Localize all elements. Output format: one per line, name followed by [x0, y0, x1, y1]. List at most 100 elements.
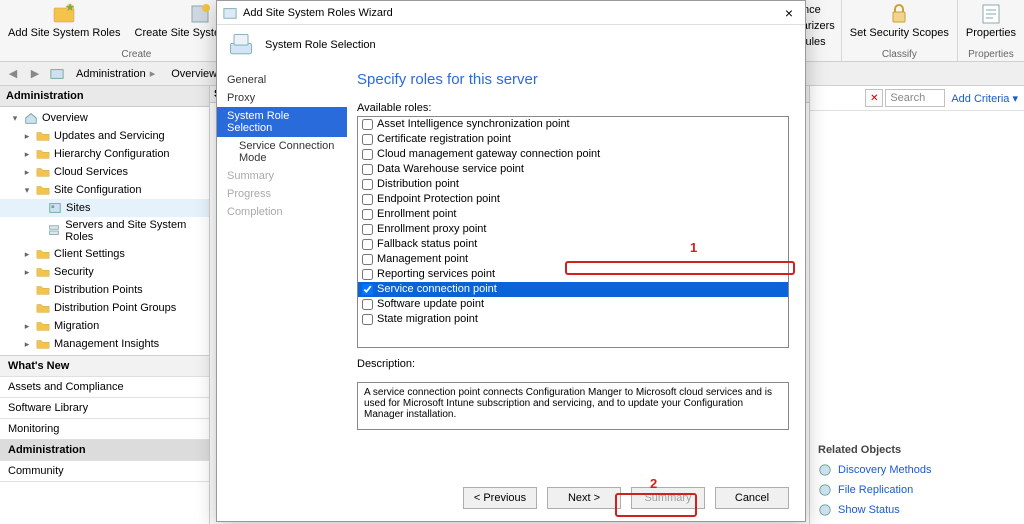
nav-item-label: Cloud Services — [54, 166, 128, 178]
role-checkbox[interactable] — [362, 149, 373, 160]
cancel-button[interactable]: Cancel — [715, 487, 789, 509]
role-checkbox[interactable] — [362, 269, 373, 280]
role-software-update-point[interactable]: Software update point — [358, 297, 788, 312]
ribbon-btn-label: Add Site System Roles — [8, 28, 121, 39]
related-show-status[interactable]: Show Status — [818, 500, 1016, 520]
role-checkbox[interactable] — [362, 164, 373, 175]
wizard-steps: GeneralProxySystem Role SelectionService… — [217, 65, 347, 475]
nav-item-client-settings[interactable]: ▸Client Settings — [0, 245, 209, 263]
description-text: A service connection point connects Conf… — [357, 382, 789, 430]
navigation-header: Administration — [0, 86, 209, 107]
role-management-point[interactable]: Management point — [358, 252, 788, 267]
role-label: Endpoint Protection point — [377, 192, 500, 207]
nav-context-icon[interactable] — [48, 65, 66, 83]
wizard-step-proxy[interactable]: Proxy — [217, 89, 347, 107]
wizard-icon — [223, 6, 237, 20]
link-icon — [818, 463, 832, 477]
ribbon-properties[interactable]: Properties — [962, 0, 1020, 39]
nav-item-sites[interactable]: Sites — [0, 199, 209, 217]
nav-tree: ▾Overview▸Updates and Servicing▸Hierarch… — [0, 107, 209, 355]
add-criteria-button[interactable]: Add Criteria ▾ — [947, 92, 1018, 105]
role-enrollment-point[interactable]: Enrollment point — [358, 207, 788, 222]
tree-arrow-icon: ▸ — [22, 149, 32, 160]
role-checkbox[interactable] — [362, 224, 373, 235]
wizard-step-general[interactable]: General — [217, 71, 347, 89]
wunderbar-administration[interactable]: Administration — [0, 440, 209, 461]
nav-back-icon[interactable]: ◀ — [4, 65, 22, 83]
role-asset-intelligence-synchronization-point[interactable]: Asset Intelligence synchronization point — [358, 117, 788, 132]
wizard-step-system-role-selection[interactable]: System Role Selection — [217, 107, 347, 137]
nav-item-distribution-point-groups[interactable]: Distribution Point Groups — [0, 299, 209, 317]
role-checkbox[interactable] — [362, 179, 373, 190]
related-label: Discovery Methods — [838, 464, 932, 476]
wunderbar-what-s-new[interactable]: What's New — [0, 356, 209, 377]
nav-item-label: Updates and Servicing — [54, 130, 165, 142]
nav-item-distribution-points[interactable]: Distribution Points — [0, 281, 209, 299]
wizard-step-completion: Completion — [217, 203, 347, 221]
ribbon-set-security-scopes[interactable]: Set Security Scopes — [846, 0, 953, 39]
role-checkbox[interactable] — [362, 194, 373, 205]
role-label: Enrollment proxy point — [377, 222, 486, 237]
tree-arrow-icon: ▸ — [22, 267, 32, 278]
role-checkbox[interactable] — [362, 119, 373, 130]
role-checkbox[interactable] — [362, 134, 373, 145]
nav-item-cloud-services[interactable]: ▸Cloud Services — [0, 163, 209, 181]
related-file-replication[interactable]: File Replication — [818, 480, 1016, 500]
wunderbar-assets-and-compliance[interactable]: Assets and Compliance — [0, 377, 209, 398]
nav-item-label: Management Insights — [54, 338, 159, 350]
role-certificate-registration-point[interactable]: Certificate registration point — [358, 132, 788, 147]
role-distribution-point[interactable]: Distribution point — [358, 177, 788, 192]
nav-item-site-configuration[interactable]: ▾Site Configuration — [0, 181, 209, 199]
nav-fwd-icon[interactable]: ▶ — [26, 65, 44, 83]
wunderbar-monitoring[interactable]: Monitoring — [0, 419, 209, 440]
related-discovery-methods[interactable]: Discovery Methods — [818, 460, 1016, 480]
nav-item-security[interactable]: ▸Security — [0, 263, 209, 281]
breadcrumb-label: Administration — [76, 68, 146, 80]
role-checkbox[interactable] — [362, 254, 373, 265]
previous-button[interactable]: < Previous — [463, 487, 537, 509]
role-reporting-services-point[interactable]: Reporting services point — [358, 267, 788, 282]
role-state-migration-point[interactable]: State migration point — [358, 312, 788, 327]
clear-search-button[interactable]: ✕ — [865, 89, 883, 107]
role-checkbox[interactable] — [362, 314, 373, 325]
ribbon-add-site-system-roles[interactable]: ★ Add Site System Roles — [4, 0, 125, 39]
wizard-step-progress: Progress — [217, 185, 347, 203]
nav-item-migration[interactable]: ▸Migration — [0, 317, 209, 335]
available-roles-list[interactable]: Asset Intelligence synchronization point… — [357, 116, 789, 348]
detail-search[interactable]: Search — [885, 89, 945, 107]
nav-item-hierarchy-configuration[interactable]: ▸Hierarchy Configuration — [0, 145, 209, 163]
wunderbar-software-library[interactable]: Software Library — [0, 398, 209, 419]
role-endpoint-protection-point[interactable]: Endpoint Protection point — [358, 192, 788, 207]
ribbon-btn-label: Properties — [966, 28, 1016, 39]
add-site-system-roles-wizard-dialog: Add Site System Roles Wizard × System Ro… — [216, 0, 806, 522]
next-button[interactable]: Next > — [547, 487, 621, 509]
role-label: Enrollment point — [377, 207, 457, 222]
role-label: Certificate registration point — [377, 132, 511, 147]
role-fallback-status-point[interactable]: Fallback status point — [358, 237, 788, 252]
role-service-connection-point[interactable]: Service connection point — [358, 282, 788, 297]
role-checkbox[interactable] — [362, 299, 373, 310]
description-label: Description: — [357, 358, 789, 372]
wunderbar-community[interactable]: Community — [0, 461, 209, 482]
role-cloud-management-gateway-connection-point[interactable]: Cloud management gateway connection poin… — [358, 147, 788, 162]
nav-item-servers-and-site-system-roles[interactable]: Servers and Site System Roles — [0, 217, 209, 245]
wizard-step-summary: Summary — [217, 167, 347, 185]
role-checkbox[interactable] — [362, 209, 373, 220]
role-checkbox[interactable] — [362, 284, 373, 295]
role-label: Fallback status point — [377, 237, 477, 252]
summary-button[interactable]: Summary — [631, 487, 705, 509]
nav-item-label: Servers and Site System Roles — [65, 219, 205, 243]
breadcrumb-seg[interactable]: Administration▸ — [70, 65, 161, 82]
nav-item-management-insights[interactable]: ▸Management Insights — [0, 335, 209, 353]
nav-item-updates-and-servicing[interactable]: ▸Updates and Servicing — [0, 127, 209, 145]
role-checkbox[interactable] — [362, 239, 373, 250]
ribbon-group-title: Classify — [846, 49, 953, 61]
wizard-step-service-connection-mode[interactable]: Service Connection Mode — [217, 137, 347, 167]
nav-item-overview[interactable]: ▾ Overview — [0, 109, 209, 127]
tree-arrow-icon: ▾ — [10, 113, 20, 124]
role-enrollment-proxy-point[interactable]: Enrollment proxy point — [358, 222, 788, 237]
nav-item-label: Overview — [42, 112, 88, 124]
role-data-warehouse-service-point[interactable]: Data Warehouse service point — [358, 162, 788, 177]
wunderbar: What's NewAssets and ComplianceSoftware … — [0, 355, 209, 524]
close-icon[interactable]: × — [779, 5, 799, 21]
